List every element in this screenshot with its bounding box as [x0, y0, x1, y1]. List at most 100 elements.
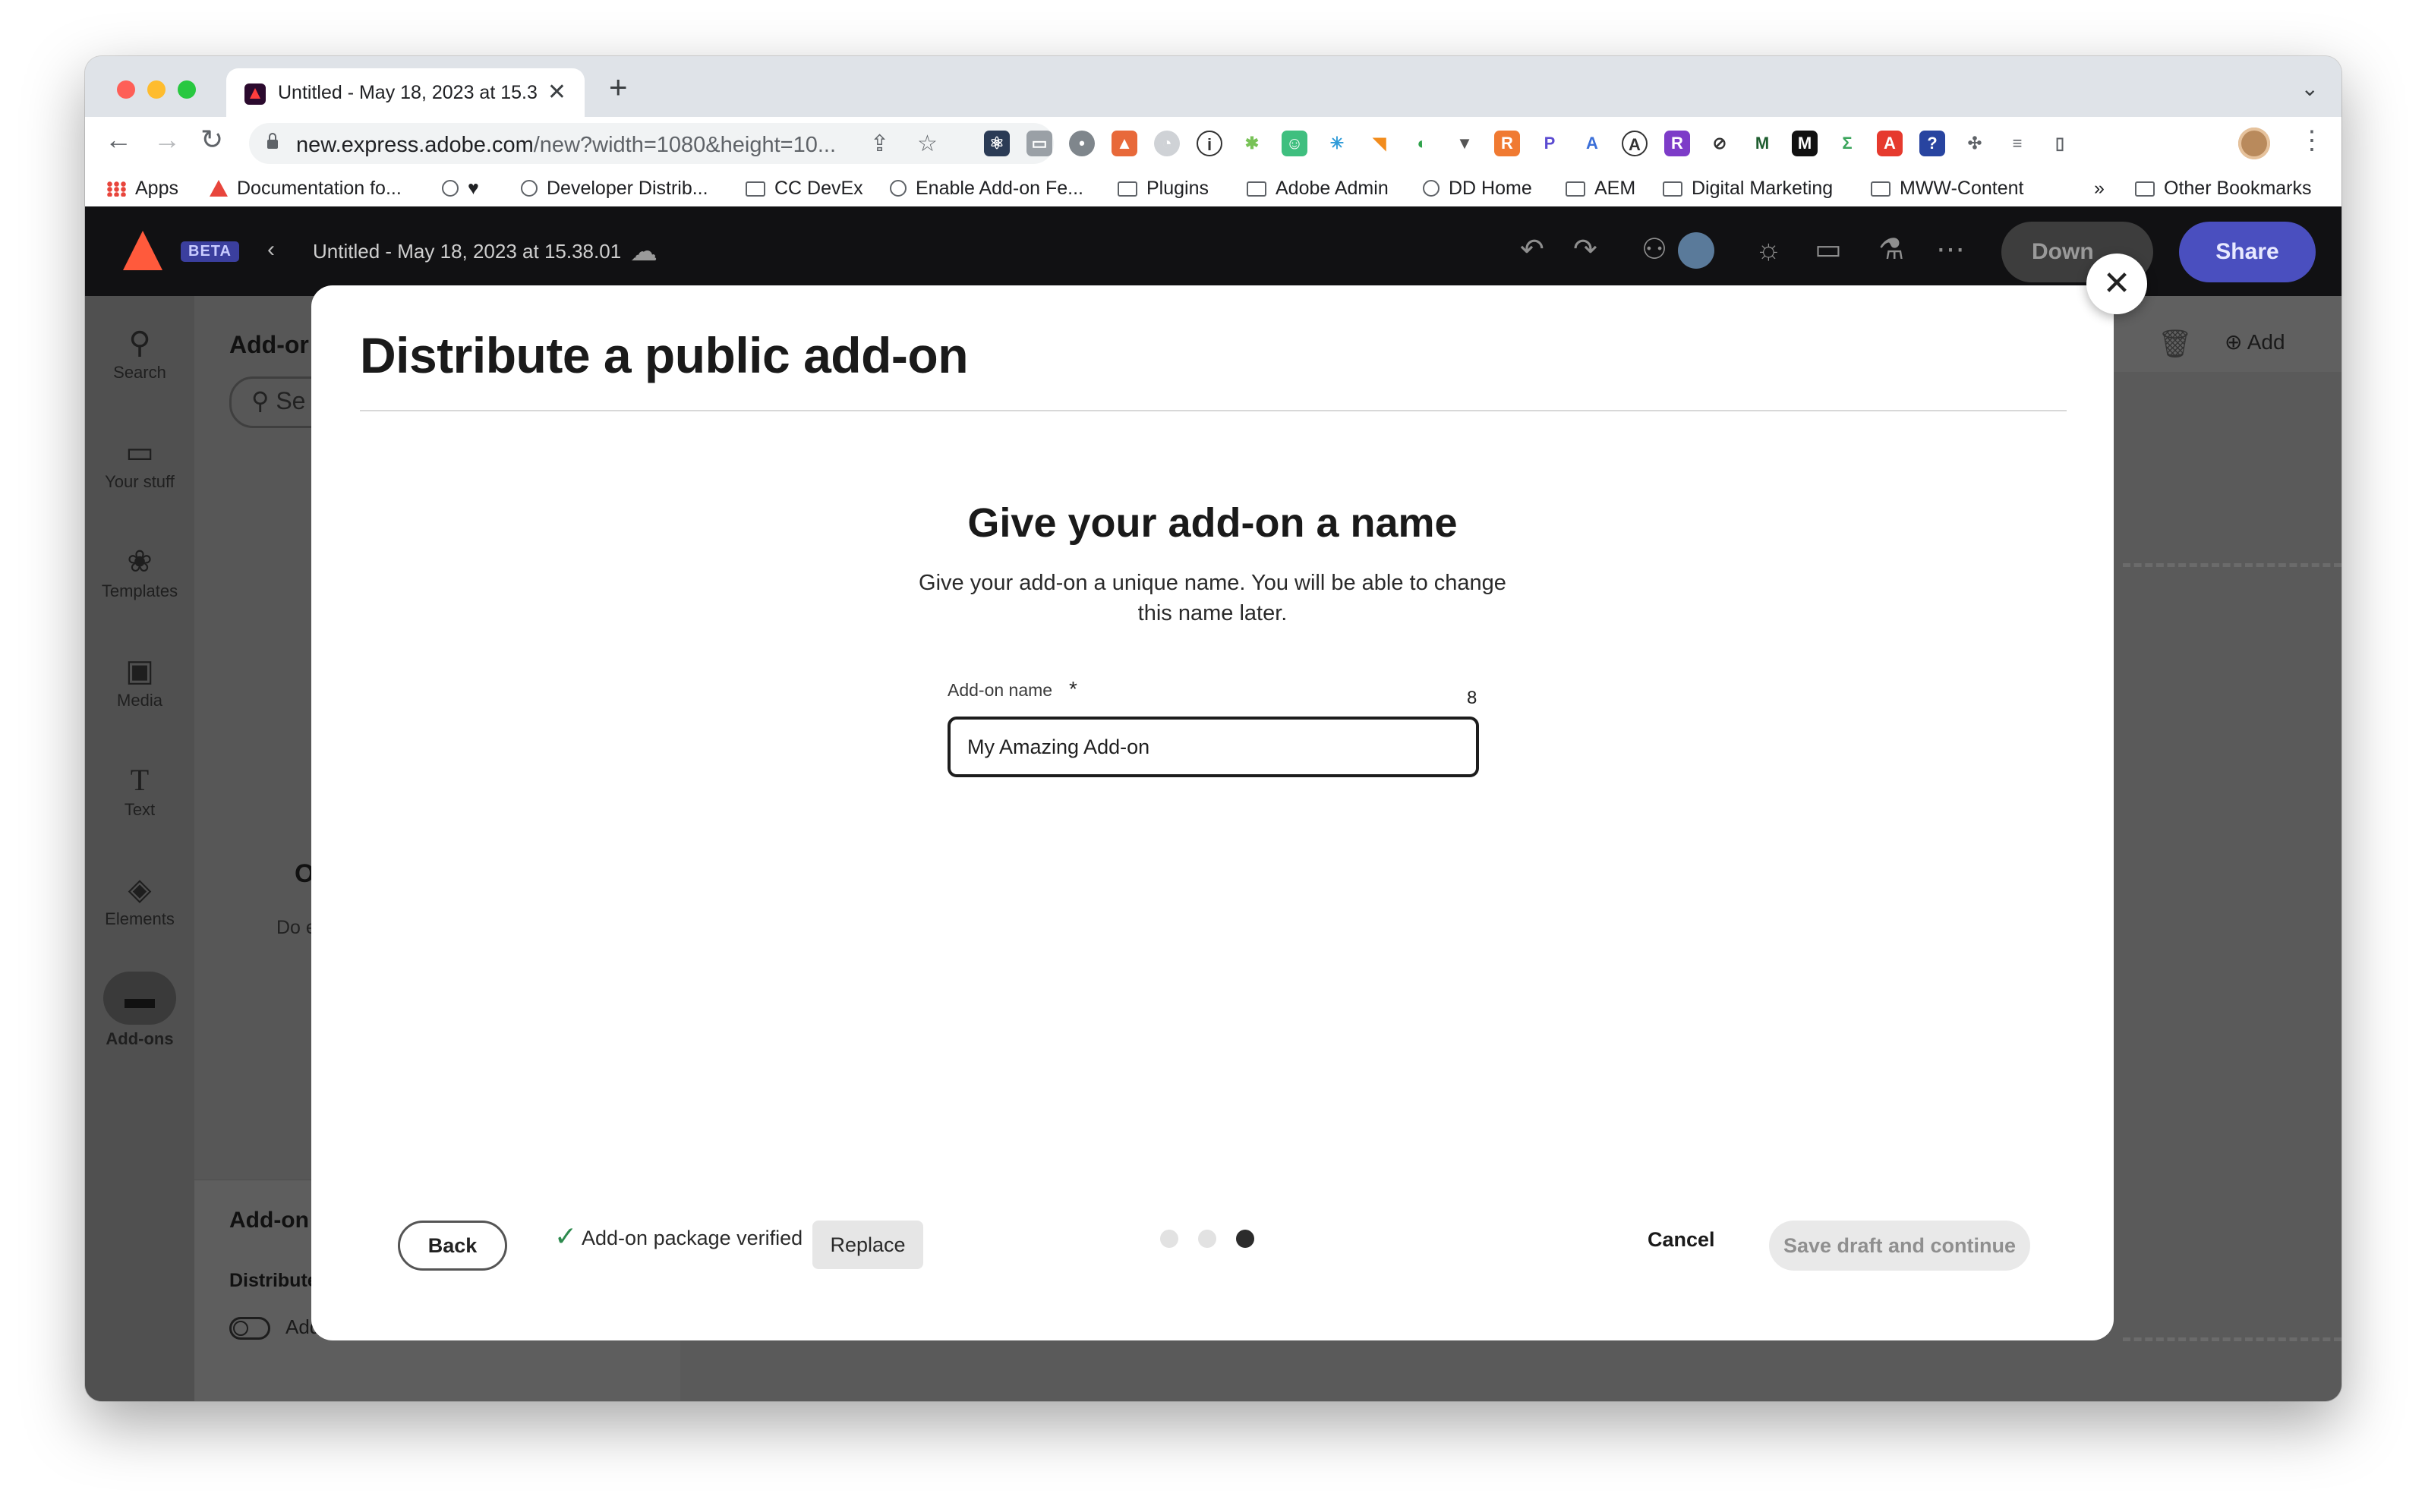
bookmark-documentation[interactable]: Documentation fo...	[210, 178, 402, 200]
extension-info-icon[interactable]: i	[1197, 131, 1222, 156]
bookmark-digital-marketing[interactable]: Digital Marketing	[1663, 178, 1833, 200]
redo-icon[interactable]: ↷	[1573, 235, 1597, 264]
bookmark-plugins[interactable]: Plugins	[1118, 178, 1209, 200]
extension-a-circle-icon[interactable]: A	[1622, 131, 1648, 156]
rail-item-your-stuff[interactable]: ▭ Your stuff	[85, 433, 194, 492]
extension-rss-icon[interactable]: ◥	[1367, 131, 1392, 156]
search-icon: ⚲ Se	[251, 387, 306, 414]
extension-r-purple-icon[interactable]: R	[1664, 131, 1690, 156]
close-window-button[interactable]	[117, 80, 135, 99]
folder-icon	[1871, 181, 1890, 197]
bookmark-other-bookmarks[interactable]: Other Bookmarks	[2135, 178, 2312, 200]
rail-item-text[interactable]: T Text	[85, 761, 194, 820]
extension-vue-icon[interactable]: ▼	[1452, 131, 1477, 156]
rail-label: Add-ons	[106, 1029, 174, 1048]
browser-tab[interactable]: Untitled - May 18, 2023 at 15.38.01 - Ad…	[226, 68, 585, 117]
close-icon[interactable]: ✕	[2086, 254, 2147, 314]
bookmarks-overflow-chevron[interactable]: »	[2094, 178, 2105, 200]
share-page-icon[interactable]: ⇪	[870, 131, 889, 157]
extension-a-paren-icon[interactable]: A	[1579, 131, 1605, 156]
new-tab-button[interactable]: +	[609, 71, 628, 103]
extension-android-icon[interactable]: ✱	[1239, 131, 1265, 156]
add-page-button[interactable]: ⊕ Add	[2225, 329, 2285, 354]
bookmark-apps[interactable]: Apps	[106, 178, 178, 200]
tab-title: Untitled - May 18, 2023 at 15.38.01 - Ad…	[278, 82, 538, 103]
side-panel-icon[interactable]: ▯	[2047, 131, 2073, 156]
extension-asterisk-icon[interactable]: ✳	[1324, 131, 1350, 156]
share-button[interactable]: Share	[2179, 222, 2316, 282]
add-on-testing-toggle[interactable]	[229, 1317, 270, 1340]
add-on-name-input[interactable]	[948, 717, 1479, 777]
bookmark-enable-addon[interactable]: Enable Add-on Fe...	[890, 178, 1083, 200]
rail-item-search[interactable]: ⚲ Search	[85, 323, 194, 383]
bookmarks-bar: Apps Documentation fo... ♥ Developer Dis…	[85, 170, 2341, 207]
zoom-window-button[interactable]	[178, 80, 196, 99]
chevron-left-icon[interactable]: ‹	[267, 237, 275, 263]
extension-blocked-icon[interactable]: ⊘	[1707, 131, 1733, 156]
folder-icon	[1663, 181, 1682, 197]
document-title[interactable]: Untitled - May 18, 2023 at 15.38.01	[313, 240, 621, 263]
back-arrow-icon[interactable]: ←	[105, 126, 132, 153]
bookmark-dd-home[interactable]: DD Home	[1423, 178, 1532, 200]
extension-timer-icon[interactable]: ◔	[1154, 131, 1180, 156]
bookmark-star-icon[interactable]: ☆	[917, 131, 938, 157]
bookmark-heart[interactable]: ♥	[442, 178, 479, 200]
folder-icon	[2135, 181, 2155, 197]
folder-icon	[1566, 181, 1585, 197]
panel-text-partial: Do e	[276, 917, 317, 938]
folder-icon: ▭	[125, 436, 154, 469]
rail-item-templates[interactable]: ❀ Templates	[85, 542, 194, 601]
address-bar[interactable]: new.express.adobe.com/new?width=1080&hei…	[249, 123, 1054, 164]
extension-evernote-icon[interactable]: ◐	[1409, 131, 1435, 156]
comment-icon[interactable]: ▭	[1815, 235, 1842, 264]
trash-icon[interactable]: 🗑	[2158, 328, 2193, 360]
folder-icon	[746, 181, 765, 197]
bookmark-adobe-admin[interactable]: Adobe Admin	[1247, 178, 1389, 200]
browser-menu-icon[interactable]: ⋮	[2299, 128, 2325, 153]
panel-title: Add-or	[229, 331, 309, 358]
save-draft-button[interactable]: Save draft and continue	[1769, 1221, 2030, 1271]
lightbulb-icon[interactable]: ☼	[1755, 235, 1782, 264]
reload-icon[interactable]: ↻	[200, 126, 223, 153]
extension-medium-icon[interactable]: M	[1792, 131, 1818, 156]
back-button[interactable]: Back	[398, 1221, 507, 1271]
extensions-puzzle-icon[interactable]: ✣	[1962, 131, 1988, 156]
extension-r-icon[interactable]: R	[1494, 131, 1520, 156]
rail-item-elements[interactable]: ◈ Elements	[85, 870, 194, 929]
extension-p-icon[interactable]: P	[1537, 131, 1563, 156]
tab-search-chevron-icon[interactable]: ⌄	[2301, 76, 2319, 101]
reading-list-icon[interactable]: ≡	[2004, 131, 2030, 156]
tab-close-icon[interactable]: ✕	[547, 79, 566, 106]
extension-clipboard-icon[interactable]: ?	[1919, 131, 1945, 156]
minimize-window-button[interactable]	[147, 80, 166, 99]
rail-item-media[interactable]: ▣ Media	[85, 651, 194, 710]
extension-chat-icon[interactable]: •	[1069, 131, 1095, 156]
bookmark-cc-devex[interactable]: CC DevEx	[746, 178, 863, 200]
extension-m-green-icon[interactable]: M	[1749, 131, 1775, 156]
replace-button[interactable]: Replace	[812, 1221, 923, 1269]
extension-sigma-icon[interactable]: Σ	[1834, 131, 1860, 156]
distribute-modal: Distribute a public add-on Give your add…	[311, 285, 2114, 1340]
undo-icon[interactable]: ↶	[1520, 235, 1544, 264]
extension-lighthouse-icon[interactable]: ▲	[1112, 131, 1137, 156]
profile-avatar[interactable]	[2238, 128, 2270, 159]
bookmark-mww-content[interactable]: MWW-Content	[1871, 178, 2023, 200]
bookmark-aem[interactable]: AEM	[1566, 178, 1635, 200]
extension-react-icon[interactable]: ⚛	[984, 131, 1010, 156]
forward-arrow-icon[interactable]: →	[153, 126, 181, 153]
invite-user-icon[interactable]: ⚇	[1641, 235, 1667, 264]
collaborator-avatar[interactable]	[1678, 232, 1714, 269]
extension-screen-icon[interactable]: ▭	[1026, 131, 1052, 156]
rail-item-add-ons[interactable]: ▬ Add-ons	[85, 972, 194, 1049]
beta-badge: BETA	[181, 241, 239, 262]
flask-icon[interactable]: ⚗	[1878, 235, 1904, 264]
extension-face-icon[interactable]: ☺	[1282, 131, 1307, 156]
rail-label: Elements	[105, 909, 175, 928]
more-icon[interactable]: ⋯	[1936, 235, 1965, 264]
bookmark-developer-distrib[interactable]: Developer Distrib...	[521, 178, 708, 200]
folder-icon	[1247, 181, 1266, 197]
extension-adobe-icon[interactable]: A	[1877, 131, 1903, 156]
adobe-express-logo-icon[interactable]	[123, 231, 162, 270]
cancel-button[interactable]: Cancel	[1648, 1228, 1715, 1252]
globe-icon	[521, 180, 538, 197]
